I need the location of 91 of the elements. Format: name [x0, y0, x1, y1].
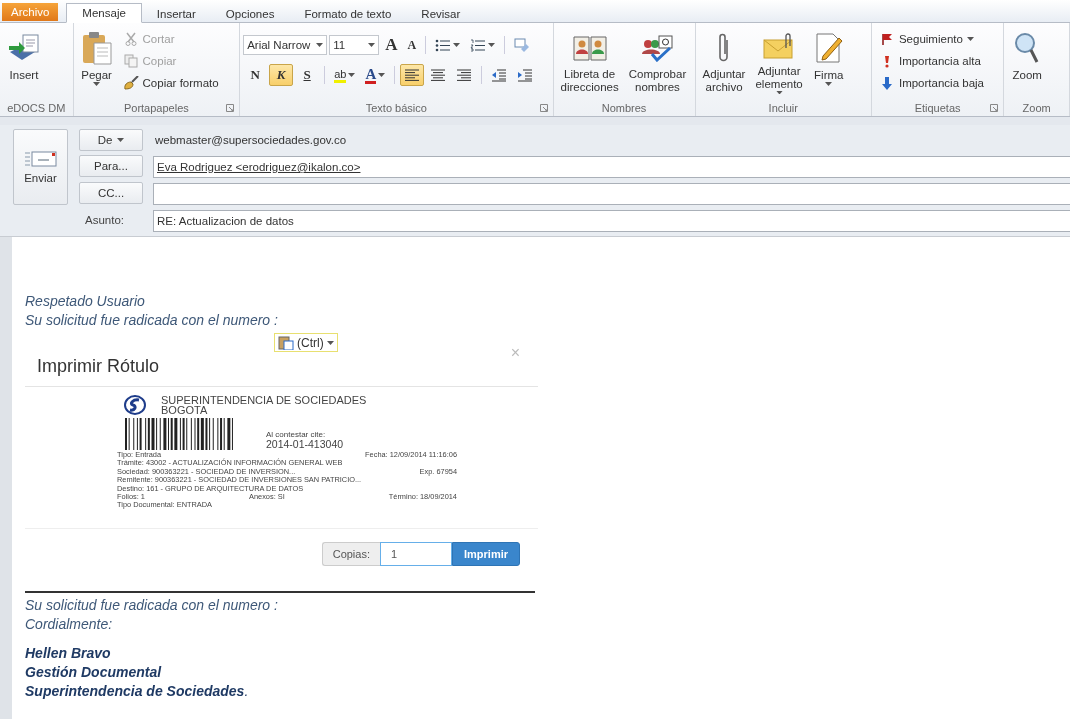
ribbon-button[interactable]: Copiar formato — [118, 73, 223, 93]
ribbon-tab[interactable]: Revisar — [406, 5, 476, 23]
subject-label: Asunto: — [84, 213, 125, 228]
paintbrush-icon — [122, 76, 139, 90]
group-label: Portapapeles — [123, 102, 189, 114]
cite-label: Al contestar cite: — [266, 430, 327, 439]
recipient-link[interactable]: Eva Rodriguez <erodriguez@ikalon.co> — [157, 161, 361, 173]
cc-button[interactable]: CC... — [79, 182, 143, 204]
signature-pen-icon — [814, 32, 843, 64]
envelope-icon — [24, 150, 57, 168]
signature-line: Hellen Bravo — [25, 643, 112, 663]
ribbon-button[interactable]: Importancia alta — [874, 51, 988, 71]
font-style-button[interactable]: K — [269, 64, 294, 86]
dialog-title: Imprimir Rótulo — [37, 355, 160, 377]
align-left-icon — [404, 68, 421, 82]
font-style-button[interactable]: N — [243, 64, 268, 86]
to-button[interactable]: Para... — [79, 155, 143, 177]
message-text: Respetado Usuario — [25, 292, 146, 311]
ribbon-button[interactable]: Seguimiento — [874, 29, 988, 49]
subject-field[interactable]: RE: Actualizacion de datos — [153, 210, 1070, 232]
highlight-button[interactable]: ab — [330, 64, 360, 86]
group-label: eDOCS DM — [7, 102, 66, 114]
copies-label: Copias: — [321, 541, 380, 566]
align-button[interactable] — [400, 64, 425, 86]
ribbon-button[interactable]: Adjuntar archivo — [698, 27, 750, 97]
ribbon-button[interactable]: Firma — [808, 27, 849, 97]
print-button[interactable]: Imprimir — [452, 541, 520, 566]
address-book-icon — [572, 33, 607, 62]
outdent-icon — [491, 68, 508, 82]
ribbon-button[interactable]: Libreta de direcciones — [556, 27, 623, 97]
caret-icon — [348, 73, 356, 77]
caret-icon — [453, 43, 461, 47]
copy-icon — [123, 54, 138, 68]
font-color-button[interactable]: A — [361, 64, 390, 86]
ribbon-button[interactable]: Adjuntar elemento — [751, 27, 807, 97]
message-text: Su solicitud fue radicada con el numero : — [25, 595, 279, 615]
organization-name: SUPERINTENDENCIA DE SOCIEDADES — [161, 395, 367, 405]
align-center-icon — [430, 68, 447, 82]
group-label: Zoom — [1022, 102, 1051, 114]
caret-icon — [488, 43, 496, 47]
ribbon-button[interactable]: Importancia baja — [874, 73, 988, 93]
cc-field[interactable] — [153, 183, 1070, 205]
font-name-field[interactable]: Arial Narrow — [243, 35, 328, 55]
flag-icon — [880, 33, 893, 45]
caret-icon — [368, 43, 376, 47]
group-label: Etiquetas — [914, 102, 961, 114]
font-style-button[interactable]: S — [295, 64, 320, 86]
copies-field[interactable]: 1 — [380, 541, 452, 566]
exclamation-icon — [882, 54, 891, 68]
group-label: Texto básico — [365, 102, 427, 114]
ribbon-button[interactable]: Zoom — [1007, 27, 1048, 97]
numbered-list-icon — [470, 38, 487, 52]
align-right-icon — [456, 68, 473, 82]
cite-number: 2014-01-413040 — [266, 439, 344, 450]
ribbon-tab[interactable]: Mensaje — [66, 3, 142, 23]
signature-line: Gestión Documental — [25, 662, 163, 682]
group-label: Incluir — [768, 102, 798, 114]
signature-line: Superintendencia de Sociedades. — [25, 681, 250, 701]
group-label: Nombres — [601, 102, 647, 114]
message-text: Su solicitud fue radicada con el numero : — [25, 311, 279, 330]
paste-options-button[interactable]: (Ctrl) — [274, 333, 338, 352]
message-text: Cordialmente: — [25, 614, 114, 634]
caret-icon — [117, 138, 125, 142]
grow-font-button[interactable]: A — [381, 34, 402, 56]
ribbon-tab[interactable]: Formato de texto — [289, 5, 407, 23]
ribbon-button[interactable]: Insert — [3, 27, 45, 97]
indent-icon — [517, 68, 534, 82]
to-field[interactable]: Eva Rodriguez <erodriguez@ikalon.co> — [153, 156, 1070, 178]
down-arrow-icon — [881, 76, 892, 90]
ribbon-button[interactable]: Comprobar nombres — [624, 27, 691, 97]
dialog-launcher-icon[interactable] — [226, 104, 235, 112]
magnifier-icon — [1014, 32, 1041, 64]
caret-icon — [326, 340, 334, 345]
from-button[interactable]: De — [79, 129, 143, 151]
caret-icon — [316, 43, 324, 47]
shrink-font-button[interactable]: A — [403, 34, 421, 56]
logo-icon — [124, 395, 146, 415]
clipboard-icon — [80, 31, 113, 65]
ribbon-tab[interactable]: Opciones — [210, 5, 290, 23]
dialog-launcher-icon[interactable] — [539, 104, 548, 112]
scissors-icon — [123, 32, 138, 46]
ribbon-tab[interactable]: Insertar — [141, 5, 211, 23]
city-name: BOGOTA — [161, 405, 209, 415]
bullet-list-icon — [435, 38, 452, 52]
font-size-field[interactable]: 11 — [329, 35, 380, 55]
caret-icon — [378, 73, 386, 77]
clipboard-icon — [278, 335, 294, 350]
dialog-launcher-icon[interactable] — [990, 104, 999, 112]
ribbon-button[interactable]: Pegar — [76, 27, 117, 97]
from-address: webmaster@supersociedades.gov.co — [154, 133, 348, 148]
send-button[interactable]: Enviar — [13, 129, 68, 205]
